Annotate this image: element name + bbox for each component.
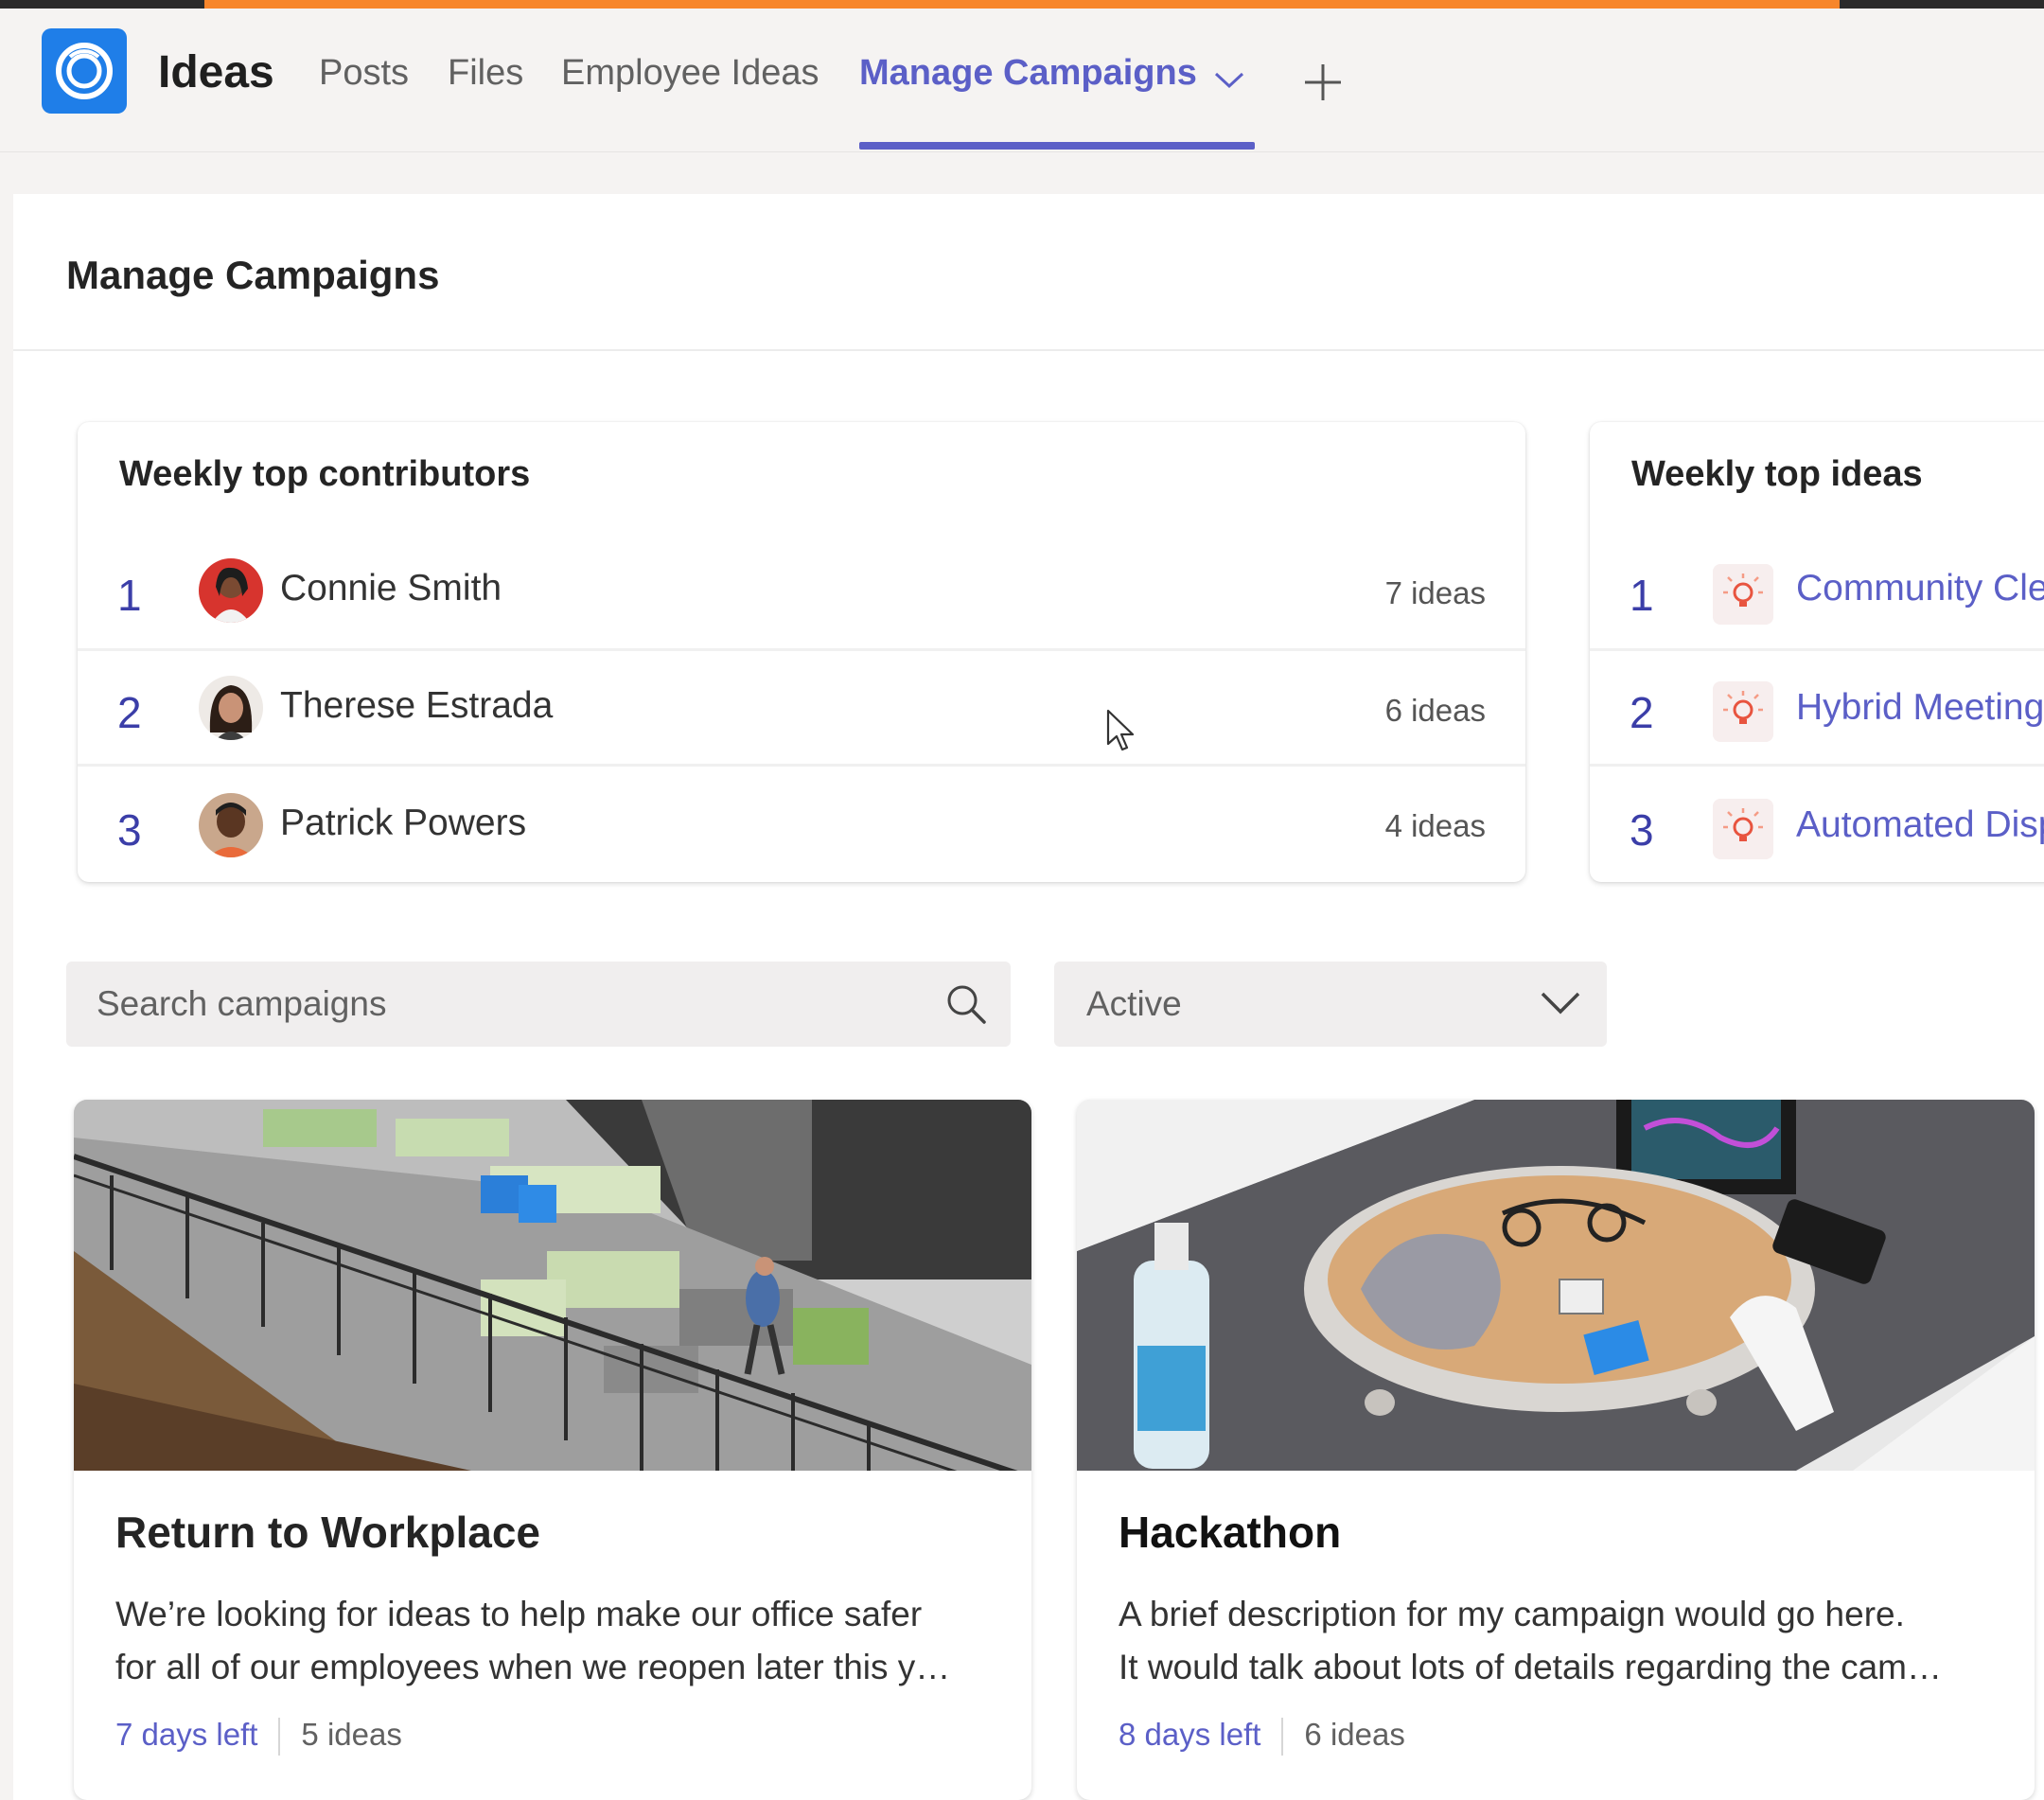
contributor-rank: 2 bbox=[117, 688, 142, 737]
search-campaigns-input[interactable]: Search campaigns bbox=[66, 962, 1011, 1047]
tab-employee-ideas[interactable]: Employee Ideas bbox=[561, 53, 819, 94]
idea-count: 5 ideas bbox=[301, 1717, 402, 1752]
top-idea-link[interactable]: Hybrid Meeting bbox=[1796, 687, 2044, 729]
days-left: 8 days left bbox=[1119, 1717, 1261, 1752]
top-idea-link[interactable]: Community Cle bbox=[1796, 568, 2044, 609]
top-loading-bar bbox=[0, 0, 2044, 9]
filter-selected-value: Active bbox=[1086, 984, 1182, 1023]
campaign-meta: 7 days left 5 ideas bbox=[115, 1717, 402, 1756]
status-filter-dropdown[interactable]: Active bbox=[1054, 962, 1607, 1047]
lightbulb-icon bbox=[1713, 681, 1773, 742]
search-icon[interactable] bbox=[943, 980, 990, 1028]
tab-files[interactable]: Files bbox=[448, 53, 523, 94]
contributors-title: Weekly top contributors bbox=[119, 454, 531, 494]
tab-posts[interactable]: Posts bbox=[319, 53, 409, 94]
contributor-row[interactable]: 2 Therese Estrada 6 ideas bbox=[78, 651, 1525, 767]
contributor-rank: 3 bbox=[117, 805, 142, 855]
contributor-count: 7 ideas bbox=[1384, 575, 1486, 610]
tab-manage-campaigns[interactable]: Manage Campaigns bbox=[859, 53, 1197, 94]
add-tab-icon[interactable] bbox=[1302, 62, 1344, 103]
campaign-meta: 8 days left 6 ideas bbox=[1119, 1717, 1405, 1756]
campaign-title[interactable]: Hackathon bbox=[1119, 1507, 1341, 1558]
contributor-count: 4 ideas bbox=[1384, 808, 1486, 843]
avatar bbox=[199, 558, 263, 623]
campaign-title[interactable]: Return to Workplace bbox=[115, 1507, 540, 1558]
lightbulb-icon bbox=[1713, 799, 1773, 859]
campaign-image bbox=[74, 1100, 1031, 1471]
campaign-description-line: for all of our employees when we reopen … bbox=[115, 1648, 951, 1686]
top-idea-row[interactable]: 2 Hybrid Meeting bbox=[1590, 651, 2044, 767]
contributor-rank: 1 bbox=[117, 571, 142, 620]
contributor-name: Therese Estrada bbox=[280, 685, 554, 726]
panel-title-bar: Manage Campaigns bbox=[13, 194, 2044, 351]
contributor-row[interactable]: 1 Connie Smith 7 ideas bbox=[78, 536, 1525, 651]
top-ideas-title: Weekly top ideas bbox=[1631, 454, 1923, 494]
weekly-top-contributors-card: Weekly top contributors 1 Connie Smith 7… bbox=[78, 422, 1525, 882]
search-placeholder: Search campaigns bbox=[97, 984, 387, 1023]
mouse-cursor-icon bbox=[1106, 709, 1135, 751]
campaign-description-line: A brief description for my campaign woul… bbox=[1119, 1595, 1905, 1633]
ideas-app-icon[interactable] bbox=[42, 28, 127, 114]
campaign-image bbox=[1077, 1100, 2035, 1471]
campaign-description-line: It would talk about lots of details rega… bbox=[1119, 1648, 1942, 1686]
contributor-row[interactable]: 3 Patrick Powers 4 ideas bbox=[78, 767, 1525, 882]
contributor-count: 6 ideas bbox=[1384, 693, 1486, 728]
meta-divider bbox=[278, 1718, 281, 1756]
days-left: 7 days left bbox=[115, 1717, 258, 1752]
active-tab-indicator bbox=[859, 142, 1255, 150]
campaign-description: We’re looking for ideas to help make our… bbox=[115, 1588, 1005, 1694]
top-idea-row[interactable]: 3 Automated Disp bbox=[1590, 767, 2044, 882]
avatar bbox=[199, 676, 263, 740]
top-idea-link[interactable]: Automated Disp bbox=[1796, 804, 2044, 846]
idea-rank: 1 bbox=[1630, 571, 1654, 620]
campaign-card-hackathon[interactable]: Hackathon A brief description for my cam… bbox=[1077, 1100, 2035, 1800]
idea-rank: 3 bbox=[1630, 805, 1654, 855]
app-header: Ideas Posts Files Employee Ideas Manage … bbox=[0, 9, 2044, 152]
weekly-top-ideas-card: Weekly top ideas 1 Community Cle 2 Hybri… bbox=[1590, 422, 2044, 882]
contributor-name: Patrick Powers bbox=[280, 803, 527, 843]
campaign-description: A brief description for my campaign woul… bbox=[1119, 1588, 2008, 1694]
campaign-card-return-to-workplace[interactable]: Return to Workplace We’re looking for id… bbox=[74, 1100, 1031, 1800]
chevron-down-icon[interactable] bbox=[1213, 71, 1245, 90]
chevron-down-icon[interactable] bbox=[1539, 990, 1582, 1016]
idea-count: 6 ideas bbox=[1304, 1717, 1405, 1752]
loading-progress bbox=[204, 0, 1840, 9]
idea-rank: 2 bbox=[1630, 688, 1654, 737]
campaign-description-line: We’re looking for ideas to help make our… bbox=[115, 1595, 923, 1633]
lightbulb-icon bbox=[1713, 564, 1773, 625]
app-name: Ideas bbox=[158, 47, 274, 97]
top-idea-row[interactable]: 1 Community Cle bbox=[1590, 536, 2044, 651]
meta-divider bbox=[1281, 1718, 1284, 1756]
page-title: Manage Campaigns bbox=[66, 253, 440, 297]
contributor-name: Connie Smith bbox=[280, 568, 502, 609]
avatar bbox=[199, 793, 263, 857]
